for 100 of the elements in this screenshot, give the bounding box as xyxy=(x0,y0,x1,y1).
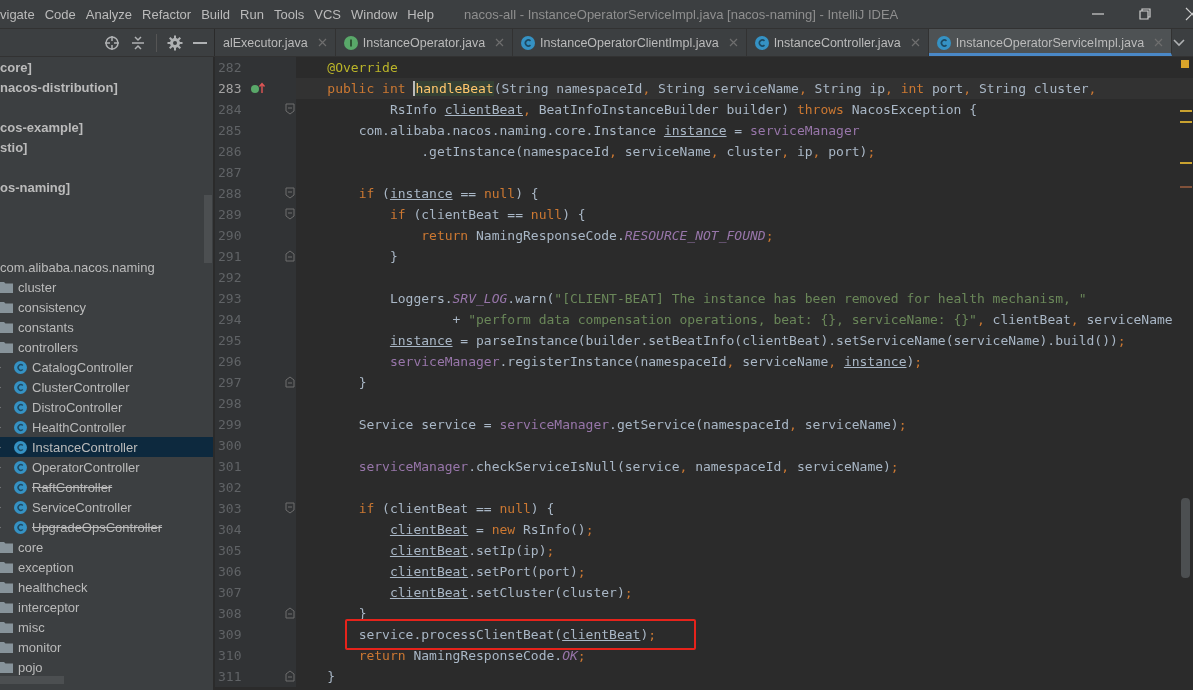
code-line: clientBeat.setPort(port); xyxy=(389,564,586,579)
code-line: } xyxy=(389,249,398,264)
code-line: .getInstance(namespaceId, serviceName, cluster, ip, port); xyxy=(421,144,876,159)
menu-item[interactable]: Tools xyxy=(272,6,306,22)
tree-item[interactable]: CatalogController xyxy=(32,359,134,375)
tree-item[interactable]: os-naming] xyxy=(0,179,71,195)
tree-item[interactable]: core xyxy=(18,539,44,555)
code-line: clientBeat.setCluster(cluster); xyxy=(389,585,633,600)
editor-tab[interactable]: InstanceOperator.java xyxy=(335,29,514,56)
folder-icon xyxy=(0,281,13,293)
menu-item[interactable]: Help xyxy=(406,6,436,22)
menu-item[interactable]: Code xyxy=(43,6,77,22)
interface-icon xyxy=(343,35,358,50)
close-tab-icon[interactable] xyxy=(495,38,505,47)
tree-item[interactable]: pojo xyxy=(18,659,43,675)
fold-icon[interactable] xyxy=(285,502,295,514)
tree-item[interactable]: interceptor xyxy=(18,599,80,615)
line-number: 283 xyxy=(218,81,242,96)
scrollbar-thumb[interactable] xyxy=(1181,498,1190,578)
restore-icon[interactable] xyxy=(1138,7,1152,21)
tree-item[interactable]: nacos-distribution] xyxy=(0,79,118,95)
scrollbar-thumb[interactable] xyxy=(204,195,212,263)
close-tab-icon[interactable] xyxy=(317,38,327,47)
menu-item[interactable]: Window xyxy=(350,6,399,22)
code-line: serviceManager.registerInstance(namespaceId, serviceName, instance); xyxy=(389,354,923,369)
tree-item[interactable]: DistroController xyxy=(32,399,123,415)
crosshair-icon[interactable] xyxy=(104,34,120,51)
settings-icon[interactable] xyxy=(167,34,183,51)
fold-icon[interactable] xyxy=(285,103,295,115)
code-line: } xyxy=(358,375,367,390)
tree-item[interactable]: UpgradeOpsController xyxy=(32,519,163,535)
fold-icon[interactable] xyxy=(285,670,295,682)
tree-item[interactable]: core] xyxy=(0,59,32,75)
code-line: if (clientBeat == null) { xyxy=(358,501,555,516)
close-tab-icon[interactable] xyxy=(910,38,920,47)
class-icon xyxy=(754,35,769,50)
code-line: com.alibaba.nacos.naming.core.Instance instance = serviceManager xyxy=(358,123,860,138)
tree-item[interactable]: consistency xyxy=(18,299,86,315)
folder-icon xyxy=(0,301,13,313)
tree-item[interactable]: stio] xyxy=(0,139,28,155)
tree-item[interactable]: ClusterController xyxy=(32,379,130,395)
tree-item[interactable]: healthcheck xyxy=(18,579,88,595)
window-title: nacos-all - InstanceOperatorServiceImpl.java [nacos-naming] - IntelliJ IDEA xyxy=(464,6,899,22)
folder-icon xyxy=(0,661,13,673)
tree-item[interactable]: controllers xyxy=(18,339,78,355)
menu-item[interactable]: Build xyxy=(200,6,232,22)
class-icon xyxy=(14,400,27,414)
menu-item[interactable]: VCS xyxy=(313,6,343,22)
editor-tab[interactable]: InstanceController.java xyxy=(746,29,929,56)
class-icon xyxy=(14,480,27,494)
close-icon[interactable] xyxy=(1185,7,1193,21)
code-line: serviceManager.checkServiceIsNull(service, namespaceId, serviceName); xyxy=(358,459,899,474)
code-line: clientBeat.setIp(ip); xyxy=(389,543,555,558)
tree-item[interactable]: com.alibaba.nacos.naming xyxy=(0,259,155,275)
close-tab-icon[interactable] xyxy=(728,38,738,47)
class-icon xyxy=(14,500,27,514)
close-tab-icon[interactable] xyxy=(1154,38,1164,47)
class-icon xyxy=(14,420,27,434)
tree-item[interactable]: cluster xyxy=(18,279,57,295)
class-icon xyxy=(14,440,27,454)
tree-item[interactable]: constants xyxy=(18,319,74,335)
menu-item[interactable]: Run xyxy=(239,6,265,22)
tree-item[interactable]: exception xyxy=(18,559,74,575)
class-icon xyxy=(936,35,951,50)
editor-tab[interactable]: InstanceOperatorServiceImpl.java xyxy=(928,29,1173,56)
tree-item[interactable]: ServiceController xyxy=(32,499,132,515)
folder-icon xyxy=(0,621,13,633)
code-line: public int handleBeat(String namespaceId, String serviceName, String ip, int port, String cluster, xyxy=(327,81,1097,96)
implements-icon[interactable] xyxy=(250,82,266,94)
fold-icon[interactable] xyxy=(285,250,295,262)
code-line: @Override xyxy=(327,60,398,75)
code-line: instance = parseInstance(builder.setBeatInfo(clientBeat).setServiceName(serviceName).build()); xyxy=(389,333,1126,348)
menu-item[interactable]: vigate xyxy=(0,6,36,22)
class-icon xyxy=(14,460,27,474)
fold-icon[interactable] xyxy=(285,376,295,388)
fold-icon[interactable] xyxy=(285,187,295,199)
tree-item[interactable]: RaftController xyxy=(32,479,113,495)
code-line: clientBeat = new RsInfo(); xyxy=(389,522,594,537)
class-icon xyxy=(14,380,27,394)
tree-item[interactable]: misc xyxy=(18,619,45,635)
code-line: service.processClientBeat(clientBeat); xyxy=(358,627,657,642)
tree-item[interactable]: HealthController xyxy=(32,419,126,435)
class-icon xyxy=(14,520,27,534)
chevron-down-icon[interactable] xyxy=(1173,38,1185,47)
fold-icon[interactable] xyxy=(285,208,295,220)
menu-item[interactable]: Refactor xyxy=(141,6,193,22)
tree-item[interactable]: OperatorController xyxy=(32,459,140,475)
code-line: return NamingResponseCode.RESOURCE_NOT_FOUND; xyxy=(421,228,774,243)
code-line: Loggers.SRV_LOG.warn("[CLIENT-BEAT] The instance has been removed for health mechanism, " xyxy=(389,291,1087,306)
folder-icon xyxy=(0,321,13,333)
editor-tab[interactable]: alExecutor.java xyxy=(215,29,336,56)
folder-icon xyxy=(0,541,13,553)
fold-icon[interactable] xyxy=(285,607,295,619)
tree-item[interactable]: cos-example] xyxy=(0,119,84,135)
code-line: if (clientBeat == null) { xyxy=(389,207,586,222)
tree-item[interactable]: monitor xyxy=(18,639,62,655)
collapse-icon[interactable] xyxy=(130,34,146,51)
folder-icon xyxy=(0,581,13,593)
editor-tab[interactable]: InstanceOperatorClientImpl.java xyxy=(513,29,747,56)
menu-item[interactable]: Analyze xyxy=(84,6,134,22)
